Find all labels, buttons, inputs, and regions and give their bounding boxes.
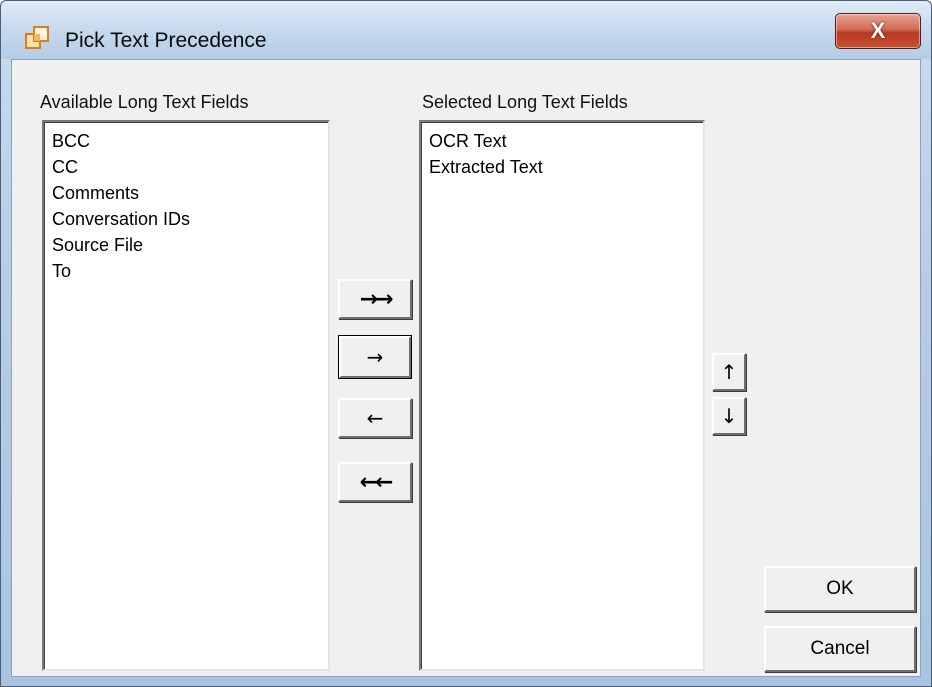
left-arrow-icon: ← <box>366 406 384 430</box>
add-selected-button[interactable]: → <box>338 335 412 379</box>
list-item[interactable]: Source File <box>52 232 328 258</box>
remove-selected-button[interactable]: ← <box>338 398 412 438</box>
add-all-button[interactable]: →→ <box>338 279 412 319</box>
list-item[interactable]: CC <box>52 154 328 180</box>
up-arrow-icon: ↑ <box>720 360 738 384</box>
selected-fields-label: Selected Long Text Fields <box>422 92 628 112</box>
selected-fields-listbox[interactable]: OCR Text Extracted Text <box>419 120 705 671</box>
available-fields-listbox[interactable]: BCC CC Comments Conversation IDs Source File… <box>42 120 330 671</box>
close-icon: X <box>870 18 886 43</box>
down-arrow-icon: ↓ <box>720 404 738 428</box>
list-item[interactable]: BCC <box>52 128 328 154</box>
list-item[interactable]: Extracted Text <box>429 154 703 180</box>
dialog-client-area: Available Long Text Fields BCC CC Comments… <box>11 59 921 677</box>
move-down-button[interactable]: ↓ <box>712 397 746 435</box>
available-fields-list: BCC CC Comments Conversation IDs Source File… <box>44 122 328 284</box>
selected-fields-list: OCR Text Extracted Text <box>421 122 703 180</box>
double-right-arrow-icon: →→ <box>359 286 394 312</box>
double-left-arrow-icon: ←← <box>359 469 394 495</box>
list-item[interactable]: Comments <box>52 180 328 206</box>
remove-all-button[interactable]: ←← <box>338 462 412 502</box>
right-arrow-icon: → <box>366 345 384 369</box>
ok-button[interactable]: OK <box>764 566 916 612</box>
window-title: Pick Text Precedence <box>65 29 267 52</box>
list-item[interactable]: To <box>52 258 328 284</box>
title-bar[interactable]: Pick Text Precedence X <box>1 1 931 59</box>
available-fields-label: Available Long Text Fields <box>40 92 249 112</box>
move-up-button[interactable]: ↑ <box>712 353 746 391</box>
list-item[interactable]: OCR Text <box>429 128 703 154</box>
close-button[interactable]: X <box>835 13 921 49</box>
app-window-icon <box>25 26 49 49</box>
cancel-button[interactable]: Cancel <box>764 626 916 672</box>
dialog-window: Pick Text Precedence X Available Long Te… <box>0 0 932 687</box>
list-item[interactable]: Conversation IDs <box>52 206 328 232</box>
